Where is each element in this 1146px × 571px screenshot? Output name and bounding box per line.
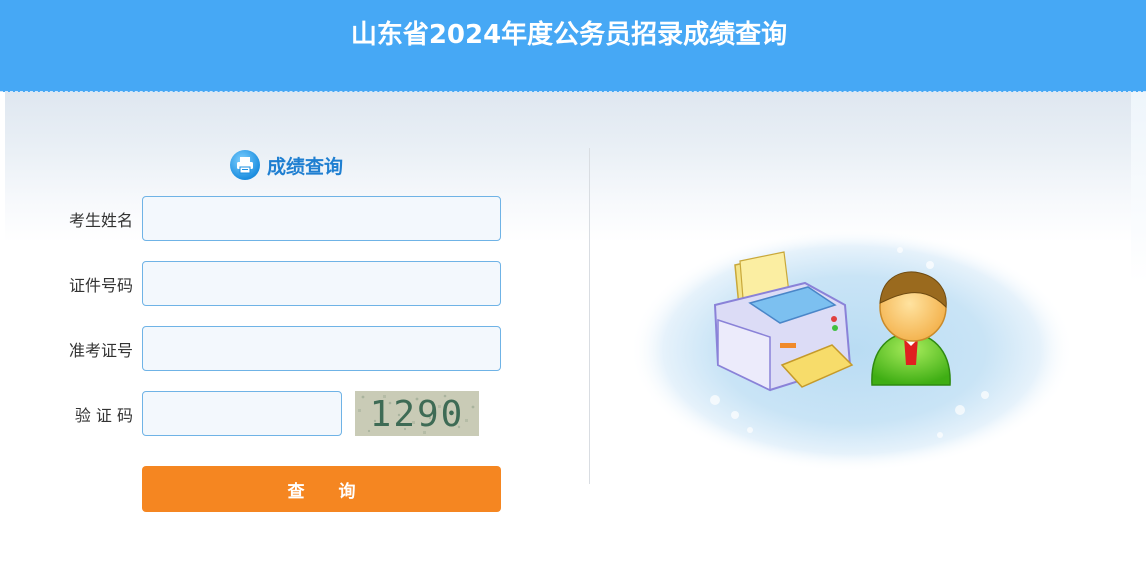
panel-divider: [589, 148, 590, 484]
admission-ticket-input[interactable]: [142, 326, 501, 371]
id-number-input[interactable]: [142, 261, 501, 306]
printer-person-illustration: [630, 228, 1074, 472]
captcha-text: 1290: [370, 394, 465, 435]
page-title: 山东省2024年度公务员招录成绩查询: [350, 20, 788, 50]
panel-edge: [1131, 92, 1146, 571]
captcha-label: 验 证 码: [74, 406, 133, 425]
form-title: 成绩查询: [267, 155, 344, 178]
printer-icon: [230, 150, 260, 180]
captcha-image[interactable]: 1290: [355, 391, 479, 436]
form-heading: 成绩查询: [230, 149, 343, 181]
name-input[interactable]: [142, 196, 501, 241]
admission-ticket-label: 准考证号: [68, 341, 133, 360]
query-button[interactable]: 查 询: [142, 466, 501, 512]
name-label: 考生姓名: [68, 211, 133, 230]
id-number-label: 证件号码: [68, 276, 133, 295]
printer: [713, 281, 854, 392]
captcha-input[interactable]: [142, 391, 342, 436]
page-header: 山东省2024年度公务员招录成绩查询: [0, 0, 1146, 92]
